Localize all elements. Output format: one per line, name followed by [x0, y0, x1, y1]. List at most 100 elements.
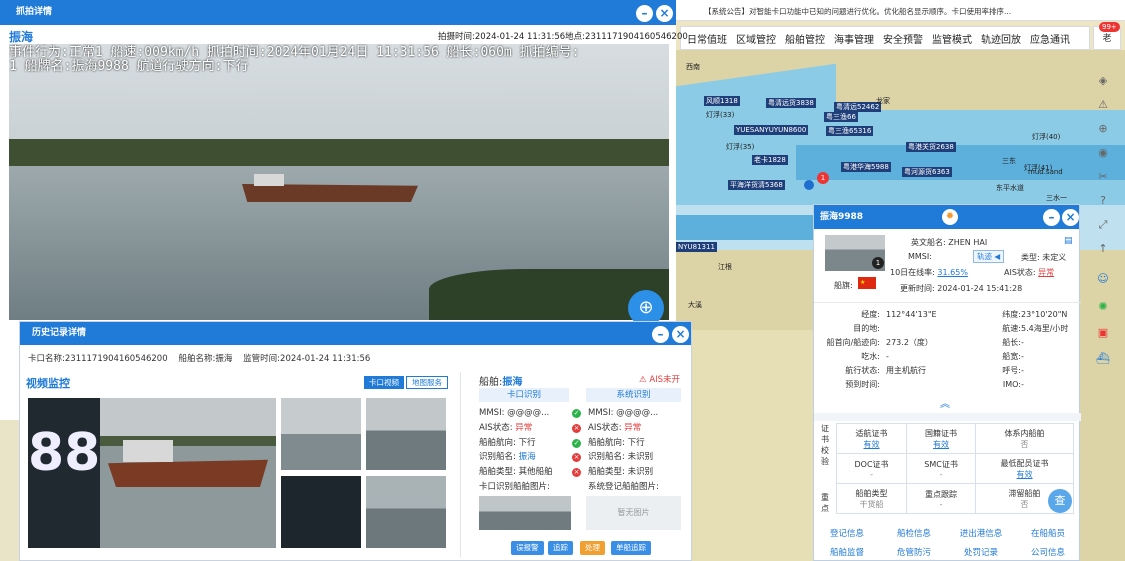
map-ship-label[interactable]: 粤港华海5988	[841, 162, 891, 172]
map-ship-label[interactable]: 粤三渔65316	[826, 126, 874, 136]
star-icon[interactable]: ✹	[942, 209, 958, 225]
ship-details: 经度: 112°44'13"E 纬度: 23°10'20"N 目的地: 航速: 5.4海里…	[814, 308, 1081, 392]
alarm-icon[interactable]: ▣	[1094, 324, 1112, 342]
map-ship-label[interactable]: YUESANYUYUN8600	[734, 125, 809, 135]
detail-row: 目的地: 航速: 5.4海里/小时	[853, 324, 1069, 333]
map-ship-label[interactable]: NYU81311	[676, 242, 717, 252]
gate-recognition-list: MMSI: @@@@... AIS状态: 异常 船舶航向: 下行 识别船名: 振…	[479, 406, 581, 495]
certificate-grid: 适航证书 有效 国籍证书 有效 体系内船舶否 DOC证书 - SMC证书 - 最低配员证…	[835, 423, 1074, 514]
type-row: 类型: 未定义	[1021, 253, 1067, 262]
tab-map-service[interactable]: 地图服务	[406, 376, 448, 389]
settings-icon[interactable]: ✺	[1094, 298, 1112, 316]
chevron-up-icon[interactable]: ︽	[940, 395, 950, 410]
capture-meta: 拍摄时间:2024-01-24 11:31:56地点:2311171904160…	[438, 32, 688, 42]
menu-item-safety-warning[interactable]: 安全预警	[883, 31, 923, 46]
history-detail-window: 历史记录详情 – × 卡口名称:2311171904160546200 船舶名称…	[19, 321, 692, 561]
video-thumb-3[interactable]	[281, 476, 361, 548]
single-ship-track-button[interactable]: 单船追踪	[611, 541, 651, 555]
map-ship-label[interactable]: 粤三渔66	[824, 112, 858, 122]
track-button[interactable]: 追踪	[548, 541, 573, 555]
query-fab[interactable]: 查	[1048, 489, 1072, 513]
record-icon[interactable]: ◉	[1094, 144, 1112, 162]
arrow-up-icon[interactable]: ↑	[1094, 240, 1112, 258]
map-ship-label[interactable]: 老卡1828	[752, 155, 788, 165]
gate-row-image-label: 卡口识别船舶图片:	[479, 481, 550, 492]
map-place-label: 西南	[686, 63, 700, 71]
minimize-icon[interactable]: –	[1043, 209, 1060, 226]
layers-icon[interactable]: ◈	[1094, 72, 1112, 90]
tab-company[interactable]: 公司信息	[1015, 546, 1081, 558]
gate-row-mmsi: MMSI: @@@@...	[479, 408, 550, 418]
menu-item-supervision-mode[interactable]: 监管模式	[932, 31, 972, 46]
ship-info-popup: 振海9988 ✹ – × 1 英文船名: ZHEN HAI ▤ MMSI: 轨迹…	[813, 204, 1081, 561]
video-thumb-2[interactable]	[366, 398, 446, 470]
tab-supervision[interactable]: 船舶监督	[814, 546, 880, 558]
map-alert-marker[interactable]: 1	[817, 172, 829, 184]
map-ship-label[interactable]: 粤河源货6363	[902, 167, 952, 177]
gate-ship-image[interactable]	[479, 496, 571, 530]
detail-row: 经度: 112°44'13"E 纬度: 23°10'20"N	[861, 310, 1068, 319]
tab-registration[interactable]: 登记信息	[814, 527, 880, 539]
cert-cell: 体系内船舶否	[975, 423, 1074, 454]
video-monitor-title: 视频监控	[26, 377, 70, 390]
minimize-icon[interactable]: –	[652, 326, 669, 343]
id-card-icon[interactable]: ▤	[1064, 236, 1073, 246]
map-ship-label[interactable]: 风顺1318	[704, 96, 740, 106]
flag-label: 船旗:	[834, 281, 853, 290]
map-ship-marker[interactable]	[804, 180, 814, 190]
warning-icon[interactable]: ⚠	[1094, 96, 1112, 114]
video-thumb-1[interactable]	[281, 398, 361, 470]
tools-icon[interactable]: ✂	[1094, 168, 1112, 186]
tab-crew[interactable]: 在船船员	[1015, 527, 1081, 539]
service-icon[interactable]: ☺	[1094, 270, 1112, 288]
menu-item-daily-duty[interactable]: 日常值班	[687, 31, 727, 46]
tab-penalty[interactable]: 处罚记录	[948, 546, 1014, 558]
detail-row: 预到时间: IMO: -	[845, 380, 1024, 389]
close-icon[interactable]: ×	[656, 5, 673, 22]
check-icon: ✓	[572, 409, 581, 418]
handle-button[interactable]: 处理	[580, 541, 605, 555]
capture-ship-name: 振海	[9, 30, 34, 44]
map-ship-label[interactable]: 粤港关货2638	[906, 142, 956, 152]
video-thumb-4[interactable]	[366, 476, 446, 548]
history-title: 历史记录详情	[32, 328, 87, 338]
gate-recognition-header: 卡口识别	[479, 388, 569, 402]
ais-warning: ⚠ AIS未开	[639, 375, 681, 385]
track-button[interactable]: 轨迹 ◀	[973, 250, 1005, 263]
online-rate-row: 10日在线率: 31.65%	[890, 268, 968, 277]
check-icon: ✓	[572, 438, 581, 448]
tab-gate-video[interactable]: 卡口视频	[364, 376, 404, 389]
tab-inspection[interactable]: 船检信息	[881, 527, 947, 539]
menu-item-track-playback[interactable]: 轨迹回放	[981, 31, 1021, 46]
false-alarm-button[interactable]: 误报警	[511, 541, 544, 555]
target-icon[interactable]: ⊕	[1094, 120, 1112, 138]
ship-icon[interactable]: ⛴	[1094, 350, 1112, 368]
menu-item-maritime-mgmt[interactable]: 海事管理	[834, 31, 874, 46]
ship-hull	[242, 184, 418, 202]
tab-port-in-out[interactable]: 进出港信息	[948, 527, 1014, 539]
detail-row: 船首向/船迹向: 273.2（度） 船长: -	[826, 338, 1024, 347]
capture-titlebar: 抓拍详情 – ×	[0, 0, 676, 25]
menu-item-ship-control[interactable]: 船舶管控	[785, 31, 825, 46]
gate-row-ais: AIS状态: 异常	[479, 422, 533, 433]
divider	[814, 302, 1081, 303]
map-ship-label[interactable]: 平海洋货清5368	[728, 180, 785, 190]
key-label: 重点	[821, 493, 829, 513]
fullscreen-icon[interactable]: ⤢	[1094, 216, 1112, 234]
close-icon[interactable]: ×	[1062, 209, 1079, 226]
menu-item-area-control[interactable]: 区域管控	[736, 31, 776, 46]
cert-cell: DOC证书 -	[835, 453, 908, 484]
help-icon[interactable]: ?	[1094, 192, 1112, 210]
mmsi-row: MMSI:	[908, 252, 932, 261]
map-place-label: 灯浮(40)	[1032, 133, 1061, 141]
capture-photo[interactable]: 事件行为:正常1 船速:009km/h 抓拍时间:2024年01月24日 11:…	[9, 44, 669, 320]
menu-item-emergency-comm[interactable]: 应急通讯	[1030, 31, 1070, 46]
tab-hazmat[interactable]: 危管防污	[881, 546, 947, 558]
close-icon[interactable]: ×	[672, 326, 689, 343]
map-ship-label[interactable]: 粤清远52462	[834, 102, 882, 112]
gate-row-name: 识别船名: 振海	[479, 452, 536, 463]
minimize-icon[interactable]: –	[636, 5, 653, 22]
video-main-frame[interactable]: 88	[28, 398, 276, 548]
map-ship-label[interactable]: 粤清远货3838	[766, 98, 816, 108]
system-recognition-header: 系统识别	[586, 388, 681, 402]
